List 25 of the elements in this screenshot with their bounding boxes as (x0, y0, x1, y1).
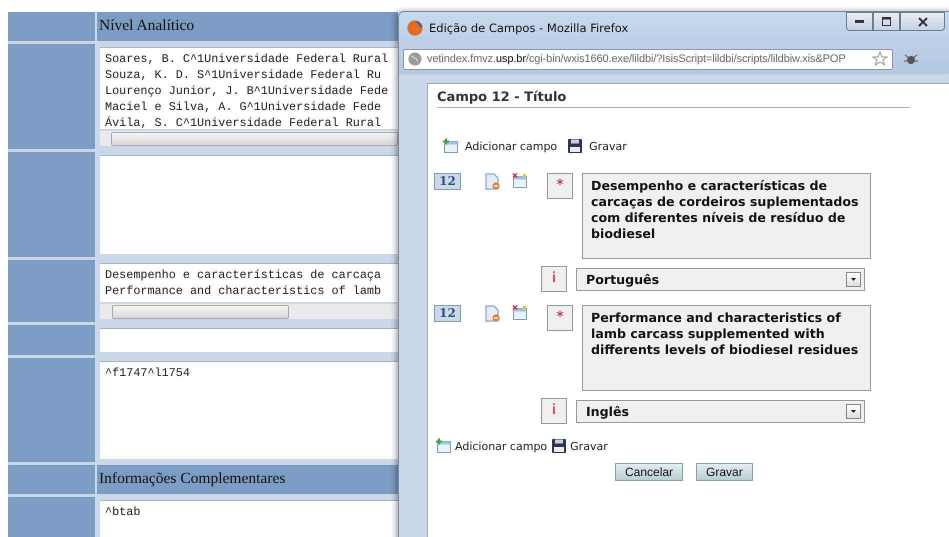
required-mark[interactable]: * (547, 305, 573, 331)
text-area[interactable]: ^btab (100, 500, 398, 537)
language-select[interactable]: Português (576, 268, 865, 290)
field-tag: 12 (434, 173, 461, 190)
section-header: Informações Complementares (97, 465, 398, 494)
text-area[interactable]: Desempenho e características de carcaça Performance and characteristics of lamb (100, 263, 398, 302)
title-field[interactable]: Desempenho e características de carcaças de cordeiros suplementados com diferentes níveis de resíduo de biodiesel (582, 173, 871, 259)
text-area[interactable]: Soares, B. C^1Universidade Federal Rural Souza, K. D. S^1Universidade Federal Ru Lourenço Junior, J. B^1Universidade Fede Maciel e Silva, A. G^1Universidade Fede Ávila, S. C^1Universidade Federal Rural (100, 47, 398, 129)
section-header: Nível Analítico (97, 12, 398, 41)
field-tag: 12 (434, 305, 461, 322)
save-button[interactable]: Gravar (696, 463, 753, 481)
language-mark[interactable]: i (541, 398, 567, 424)
save-link[interactable]: Gravar (567, 138, 627, 154)
add-field-link[interactable]: Adicionar campo (436, 438, 548, 454)
window-title: Edição de Campos - Mozilla Firefox (429, 21, 630, 35)
text-area[interactable]: ^f1747^l1754 (100, 361, 398, 459)
cancel-button[interactable]: Cancelar (615, 463, 684, 481)
panel-title: Campo 12 - Título (437, 90, 910, 108)
add-field-link[interactable]: Adicionar campo (443, 138, 558, 154)
required-mark[interactable]: * (547, 173, 573, 199)
address-bar[interactable]: vetindex.fmvz.usp.br/cgi-bin/wxis1660.exe/lildbi/?IsisScript=lildbi/scripts/lildbiw.xis&POP (403, 48, 893, 70)
language-mark[interactable]: i (541, 266, 567, 292)
language-select[interactable]: Inglês (576, 400, 865, 422)
title-field[interactable]: Performance and characteristics of lamb carcass supplemented with differents levels of biodiesel residues (582, 305, 871, 391)
save-link[interactable]: Gravar (551, 438, 608, 454)
